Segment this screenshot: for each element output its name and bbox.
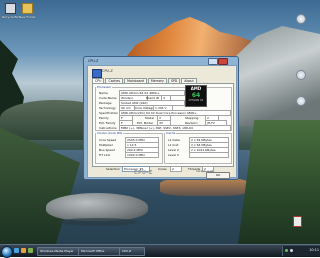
gadget-icon[interactable] (296, 70, 306, 80)
system-tray: 10:11 (282, 246, 320, 256)
amd-athlon-logo: AMD 64 ATHLON X2 (185, 85, 207, 107)
busspeed-label: Bus Speed (99, 148, 115, 152)
gadget-icon[interactable] (296, 96, 306, 106)
cpuz-brand: CPU-Z (134, 170, 153, 176)
clock[interactable]: 10:11 (309, 248, 319, 252)
wallpaper-reflection (160, 178, 250, 196)
network-icon[interactable] (285, 249, 288, 252)
taskbar: Windows Media Player Microsoft Office CP… (0, 244, 320, 258)
volume-icon[interactable] (290, 249, 293, 252)
wallpaper-bank-right (238, 120, 320, 244)
htlink-label: HT Link (99, 153, 111, 157)
family-label: Family (99, 116, 109, 120)
cores-label: Cores (158, 167, 167, 171)
processor-legend: Processor (97, 85, 112, 89)
stepping-label: Stepping (185, 116, 199, 120)
wallpaper-rock-reflection (58, 218, 138, 226)
close-button[interactable] (218, 58, 228, 65)
quicklaunch-ie-icon[interactable] (14, 248, 19, 253)
l3-value (189, 152, 229, 158)
desktop-icon-label: New Folder (19, 15, 36, 19)
cores-value: 2 (170, 166, 182, 172)
multiplier-label: Multiplier (99, 143, 113, 147)
instructions-label: Instructions (99, 126, 117, 130)
l1i-label: L1 Inst. (168, 143, 180, 147)
clocks-legend: Clocks (Core #0) (97, 131, 123, 135)
logo-line2: 64 (191, 92, 201, 99)
recycle-bin-desktop-icon[interactable] (293, 216, 302, 227)
codename-label: Code Name (99, 96, 117, 100)
cache-legend: Cache (166, 131, 176, 135)
ok-button[interactable]: OK (206, 172, 230, 179)
window-title: CPU-Z (88, 59, 99, 63)
taskbar-item-cpuz[interactable]: CPU-Z (119, 247, 145, 256)
corespeed-label: Core Speed (99, 138, 117, 142)
technology-label: Technology (99, 106, 116, 110)
quicklaunch-folder-icon[interactable] (21, 248, 26, 253)
selection-label: Selection (106, 167, 120, 171)
minimize-button[interactable] (208, 58, 218, 65)
cpu-pane: Processor Name AMD Athlon 64 X2 4800+ Co… (92, 83, 234, 167)
start-orb-icon[interactable] (1, 246, 13, 258)
model-label: Model (145, 116, 155, 120)
spec-label: Specification (99, 111, 119, 115)
window-body: CPU-Z CPU Caches Mainboard Memory SPD Ab… (87, 65, 237, 179)
inner-title: CPU-Z (102, 69, 113, 73)
desktop-icon-recycle-bin[interactable]: Recycle Bin (2, 3, 20, 19)
logo-line3: ATHLON X2 (188, 99, 204, 102)
desktop-icon-folder[interactable]: New Folder (19, 3, 36, 19)
taskbar-item-office[interactable]: Microsoft Office (78, 247, 122, 256)
l1d-label: L1 Data (168, 138, 180, 142)
name-label: Name (99, 91, 108, 95)
quicklaunch-media-icon[interactable] (28, 248, 33, 253)
cpuz-app-icon (92, 69, 102, 78)
desktop-icon-label: Recycle Bin (2, 15, 20, 19)
folder-icon (21, 3, 33, 14)
l2-label: Level 2 (168, 148, 179, 152)
l3-label: Level 3 (168, 153, 179, 157)
cpuz-window[interactable]: CPU-Z CPU-Z CPU Caches Mainboard Memory … (83, 56, 239, 180)
taskbar-item-media-player[interactable]: Windows Media Player (37, 247, 81, 256)
package-label: Package (99, 101, 112, 105)
extfamily-label: Ext. Family (99, 121, 116, 125)
gadget-icon[interactable] (296, 14, 306, 24)
htlink-value: 1002.0 MHz (125, 152, 159, 158)
recycle-bin-icon (4, 3, 16, 14)
wallpaper-rock (46, 193, 148, 221)
